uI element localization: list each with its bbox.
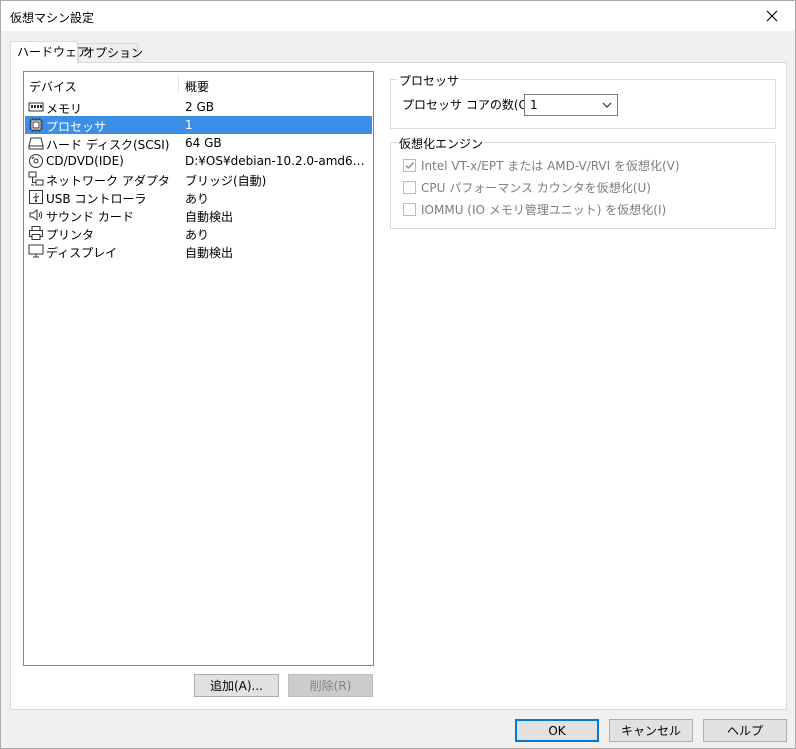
tab-hardware[interactable]: ハードウェア [10, 41, 89, 64]
virtualize-iommu-label: IOMMU (IO メモリ管理ユニット) を仮想化(I) [421, 202, 667, 217]
device-summary: 自動検出 [185, 246, 234, 260]
help-button[interactable]: ヘルプ [703, 719, 787, 742]
device-summary: 自動検出 [185, 210, 234, 224]
device-row-hard-disk[interactable]: ハード ディスク(SCSI) 64 GB [25, 134, 372, 152]
usb-icon [29, 190, 43, 204]
device-summary: D:¥OS¥debian-10.2.0-amd64-n... [185, 154, 371, 168]
virtualize-vtx-label: Intel VT-x/EPT または AMD-V/RVI を仮想化(V) [421, 158, 680, 173]
device-name: CD/DVD(IDE) [46, 154, 124, 168]
virtualize-iommu-checkbox[interactable] [403, 202, 416, 216]
close-icon [766, 10, 778, 22]
cores-select-value: 1 [530, 98, 538, 112]
virtualization-group-title: 仮想化エンジン [397, 135, 486, 152]
device-list-header: デバイス 概要 [24, 72, 373, 97]
device-summary: 64 GB [185, 136, 222, 150]
device-summary: 2 GB [185, 100, 214, 114]
device-row-memory[interactable]: メモリ 2 GB [25, 98, 372, 116]
virtualize-cpu-counters-checkbox[interactable] [403, 180, 416, 194]
cancel-button[interactable]: キャンセル [609, 719, 693, 742]
add-device-button[interactable]: 追加(A)... [194, 674, 279, 697]
display-icon [28, 244, 44, 258]
virtualize-vtx-checkbox[interactable] [403, 158, 416, 172]
device-name: ディスプレイ [46, 246, 118, 260]
speaker-icon [29, 209, 43, 221]
vm-settings-dialog: 仮想マシン設定 ハードウェア オプション デバイス 概要 メモリ 2 GB プロ… [0, 0, 796, 749]
device-summary: あり [185, 228, 210, 242]
device-row-sound-card[interactable]: サウンド カード 自動検出 [25, 206, 372, 224]
cores-label: プロセッサ コアの数(C): [402, 98, 536, 112]
virtualize-cpu-counters-label: CPU パフォーマンス カウンタを仮想化(U) [421, 180, 651, 195]
printer-icon [29, 226, 43, 240]
device-summary: あり [185, 192, 210, 206]
virtualize-vtx-option[interactable]: Intel VT-x/EPT または AMD-V/RVI を仮想化(V) [403, 157, 680, 173]
device-row-display[interactable]: ディスプレイ 自動検出 [25, 242, 372, 260]
chevron-down-icon [602, 102, 612, 108]
device-row-printer[interactable]: プリンタ あり [25, 224, 372, 242]
virtualize-iommu-option[interactable]: IOMMU (IO メモリ管理ユニット) を仮想化(I) [403, 201, 666, 217]
device-name: プロセッサ [46, 120, 107, 134]
remove-device-button[interactable]: 削除(R) [288, 674, 373, 697]
device-list[interactable]: デバイス 概要 メモリ 2 GB プロセッサ 1 ハード ディスク(SCSI) … [23, 71, 374, 666]
device-row-network-adapter[interactable]: ネットワーク アダプタ ブリッジ(自動) [25, 170, 372, 188]
device-summary: ブリッジ(自動) [185, 174, 267, 188]
processor-icon [29, 118, 43, 132]
device-name: ネットワーク アダプタ [46, 174, 170, 188]
device-summary: 1 [185, 118, 193, 132]
cd-dvd-icon [29, 154, 43, 168]
virtualize-cpu-counters-option[interactable]: CPU パフォーマンス カウンタを仮想化(U) [403, 179, 651, 195]
device-name: サウンド カード [46, 210, 134, 224]
memory-icon [28, 102, 44, 112]
checkmark-icon [405, 161, 415, 169]
virtualization-engine-group: 仮想化エンジン Intel VT-x/EPT または AMD-V/RVI を仮想… [390, 135, 776, 229]
device-row-usb-controller[interactable]: USB コントローラ あり [25, 188, 372, 206]
device-name: USB コントローラ [46, 192, 147, 206]
title-bar: 仮想マシン設定 [1, 1, 795, 31]
device-name: プリンタ [46, 228, 95, 242]
close-button[interactable] [749, 1, 795, 31]
processor-group-title: プロセッサ [397, 72, 462, 89]
device-name: メモリ [46, 102, 83, 116]
window-title: 仮想マシン設定 [10, 11, 95, 25]
column-header-device[interactable]: デバイス [29, 78, 77, 95]
hard-disk-icon [28, 137, 44, 150]
column-header-summary[interactable]: 概要 [185, 78, 209, 95]
column-separator[interactable] [178, 74, 179, 94]
processor-group: プロセッサ プロセッサ コアの数(C): 1 [390, 72, 776, 129]
device-name: ハード ディスク(SCSI) [46, 138, 170, 152]
ok-button[interactable]: OK [515, 719, 599, 742]
device-row-processor[interactable]: プロセッサ 1 [25, 116, 372, 134]
hardware-tab-panel: デバイス 概要 メモリ 2 GB プロセッサ 1 ハード ディスク(SCSI) … [10, 62, 787, 710]
device-row-cd-dvd[interactable]: CD/DVD(IDE) D:¥OS¥debian-10.2.0-amd64-n.… [25, 152, 372, 170]
cores-select[interactable]: 1 [524, 94, 618, 116]
network-adapter-icon [28, 171, 44, 186]
